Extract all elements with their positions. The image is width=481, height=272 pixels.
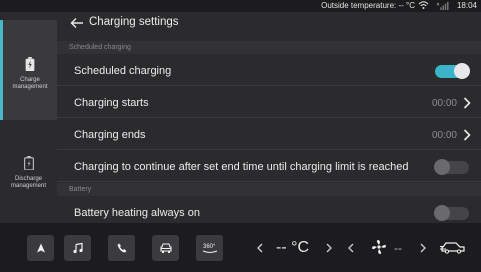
phone-icon xyxy=(117,243,126,253)
row-label: Charging starts xyxy=(74,97,149,109)
row-charging-ends[interactable]: Charging ends 00:00 xyxy=(57,119,481,150)
row-continue-after-end[interactable]: Charging to continue after set end time … xyxy=(57,151,481,182)
row-battery-heating[interactable]: Battery heating always on xyxy=(57,197,481,223)
row-scheduled-charging[interactable]: Scheduled charging xyxy=(57,55,481,86)
temperature-up-icon[interactable] xyxy=(326,243,332,253)
chevron-right-icon xyxy=(463,129,471,141)
svg-text:x: x xyxy=(437,3,440,8)
charging-starts-value: 00:00 xyxy=(431,98,457,109)
scheduled-charging-toggle[interactable] xyxy=(435,63,470,79)
media-button[interactable] xyxy=(64,235,91,261)
signal-icon: x xyxy=(437,1,449,10)
tab-charge-management[interactable]: Charge management xyxy=(0,20,57,120)
phone-button[interactable] xyxy=(108,235,135,261)
section-header-battery: Battery xyxy=(57,183,481,196)
battery-heating-toggle[interactable] xyxy=(434,205,469,221)
fan-icon xyxy=(372,240,386,254)
fan-down-icon[interactable] xyxy=(348,243,354,253)
continue-after-end-toggle[interactable] xyxy=(434,159,469,175)
fan-speed: -- xyxy=(394,241,402,255)
battery-charge-icon xyxy=(25,57,35,71)
temperature-down-icon[interactable] xyxy=(257,243,263,253)
clock: 18:04 xyxy=(456,1,477,10)
camera-360-button[interactable]: 360° xyxy=(196,235,223,261)
wifi-icon xyxy=(418,1,429,10)
tab-label: Charge management xyxy=(12,77,48,90)
header: Charging settings xyxy=(57,12,481,41)
tab-discharge-management[interactable]: Discharge management xyxy=(0,144,57,204)
battery-discharge-icon xyxy=(23,156,34,170)
outside-temperature: Outside temperature: -- °C xyxy=(321,1,415,10)
page-title: Charging settings xyxy=(89,16,179,28)
charging-ends-value: 00:00 xyxy=(431,130,457,141)
row-label: Battery heating always on xyxy=(74,207,200,219)
section-header-scheduled: Scheduled charging xyxy=(57,41,481,54)
svg-text:360°: 360° xyxy=(203,244,216,250)
fan-up-icon[interactable] xyxy=(420,243,426,253)
music-note-icon xyxy=(72,242,83,254)
cabin-temperature: -- °C xyxy=(276,239,310,256)
row-label: Scheduled charging xyxy=(74,65,172,77)
row-label: Charging ends xyxy=(74,129,146,141)
car-icon xyxy=(159,243,172,253)
row-label: Charging to continue after set end time … xyxy=(74,161,409,173)
bottom-bar: 360° -- °C -- xyxy=(0,223,481,272)
navigation-button[interactable] xyxy=(27,235,54,261)
charging-settings-panel: Charging settings Scheduled charging Sch… xyxy=(57,12,481,223)
navigation-arrow-icon xyxy=(36,243,45,253)
row-charging-starts[interactable]: Charging starts 00:00 xyxy=(57,87,481,118)
status-bar: Outside temperature: -- °C x 18:04 xyxy=(0,0,481,12)
car-climate-icon[interactable] xyxy=(440,240,466,254)
chevron-right-icon xyxy=(463,97,471,109)
tab-label: Discharge management xyxy=(10,176,47,189)
vehicle-button[interactable] xyxy=(152,235,179,261)
back-arrow-icon[interactable] xyxy=(70,17,84,29)
camera-360-icon: 360° xyxy=(202,244,217,253)
side-nav: Charge management Discharge management xyxy=(0,12,57,223)
